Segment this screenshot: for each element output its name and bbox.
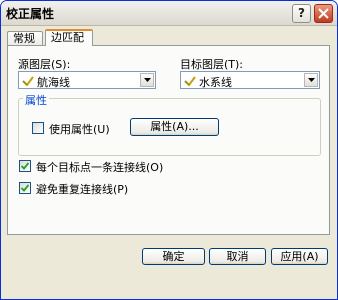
attributes-group-title: 属性 [23, 92, 49, 108]
target-layer-value: 水系线 [199, 76, 232, 89]
use-attributes-label[interactable]: 使用属性(U) [49, 121, 110, 137]
source-layer-select[interactable]: 航海线 [18, 71, 156, 89]
attributes-button[interactable]: 属性(A)... [130, 118, 219, 136]
line-layer-icon [184, 76, 196, 87]
source-layer-label: 源图层(S): [18, 58, 71, 71]
tab-panel: 源图层(S): 航海线 目标图层(T): 水系线 属性 使用属性(U) 属性(A… [7, 45, 330, 235]
tab-general[interactable]: 常规 [7, 31, 43, 45]
ok-button[interactable]: 确定 [142, 248, 205, 265]
one-line-per-target-point-checkbox[interactable] [19, 160, 31, 172]
chevron-down-icon [144, 78, 151, 82]
one-line-per-target-point-label[interactable]: 每个目标点一条连接线(O) [36, 159, 163, 175]
source-layer-dropdown-button[interactable] [140, 73, 154, 87]
use-attributes-checkbox[interactable] [32, 122, 44, 134]
checkmark-icon [21, 162, 29, 170]
close-button[interactable] [314, 4, 333, 23]
apply-button[interactable]: 应用(A) [271, 248, 328, 265]
help-button[interactable]: ? [292, 4, 311, 23]
tab-edge-match[interactable]: 边匹配 [45, 29, 93, 46]
dialog-window: 校正属性 ? 常规 边匹配 源图层(S): 航海线 目标图层(T): 水系线 属… [0, 0, 338, 300]
target-layer-dropdown-button[interactable] [304, 73, 318, 87]
target-layer-select[interactable]: 水系线 [180, 71, 320, 89]
window-title: 校正属性 [6, 7, 55, 21]
help-icon: ? [298, 6, 305, 20]
close-icon [318, 8, 329, 19]
avoid-duplicate-lines-checkbox[interactable] [19, 182, 31, 194]
cancel-button[interactable]: 取消 [209, 248, 266, 265]
attributes-group: 属性 使用属性(U) 属性(A)... [18, 92, 321, 156]
title-bar[interactable]: 校正属性 ? [1, 1, 337, 26]
target-layer-label: 目标图层(T): [180, 58, 244, 71]
line-layer-icon [22, 76, 34, 87]
chevron-down-icon [308, 78, 315, 82]
source-layer-value: 航海线 [37, 76, 70, 89]
avoid-duplicate-lines-label[interactable]: 避免重复连接线(P) [36, 181, 128, 197]
checkmark-icon [21, 184, 29, 192]
